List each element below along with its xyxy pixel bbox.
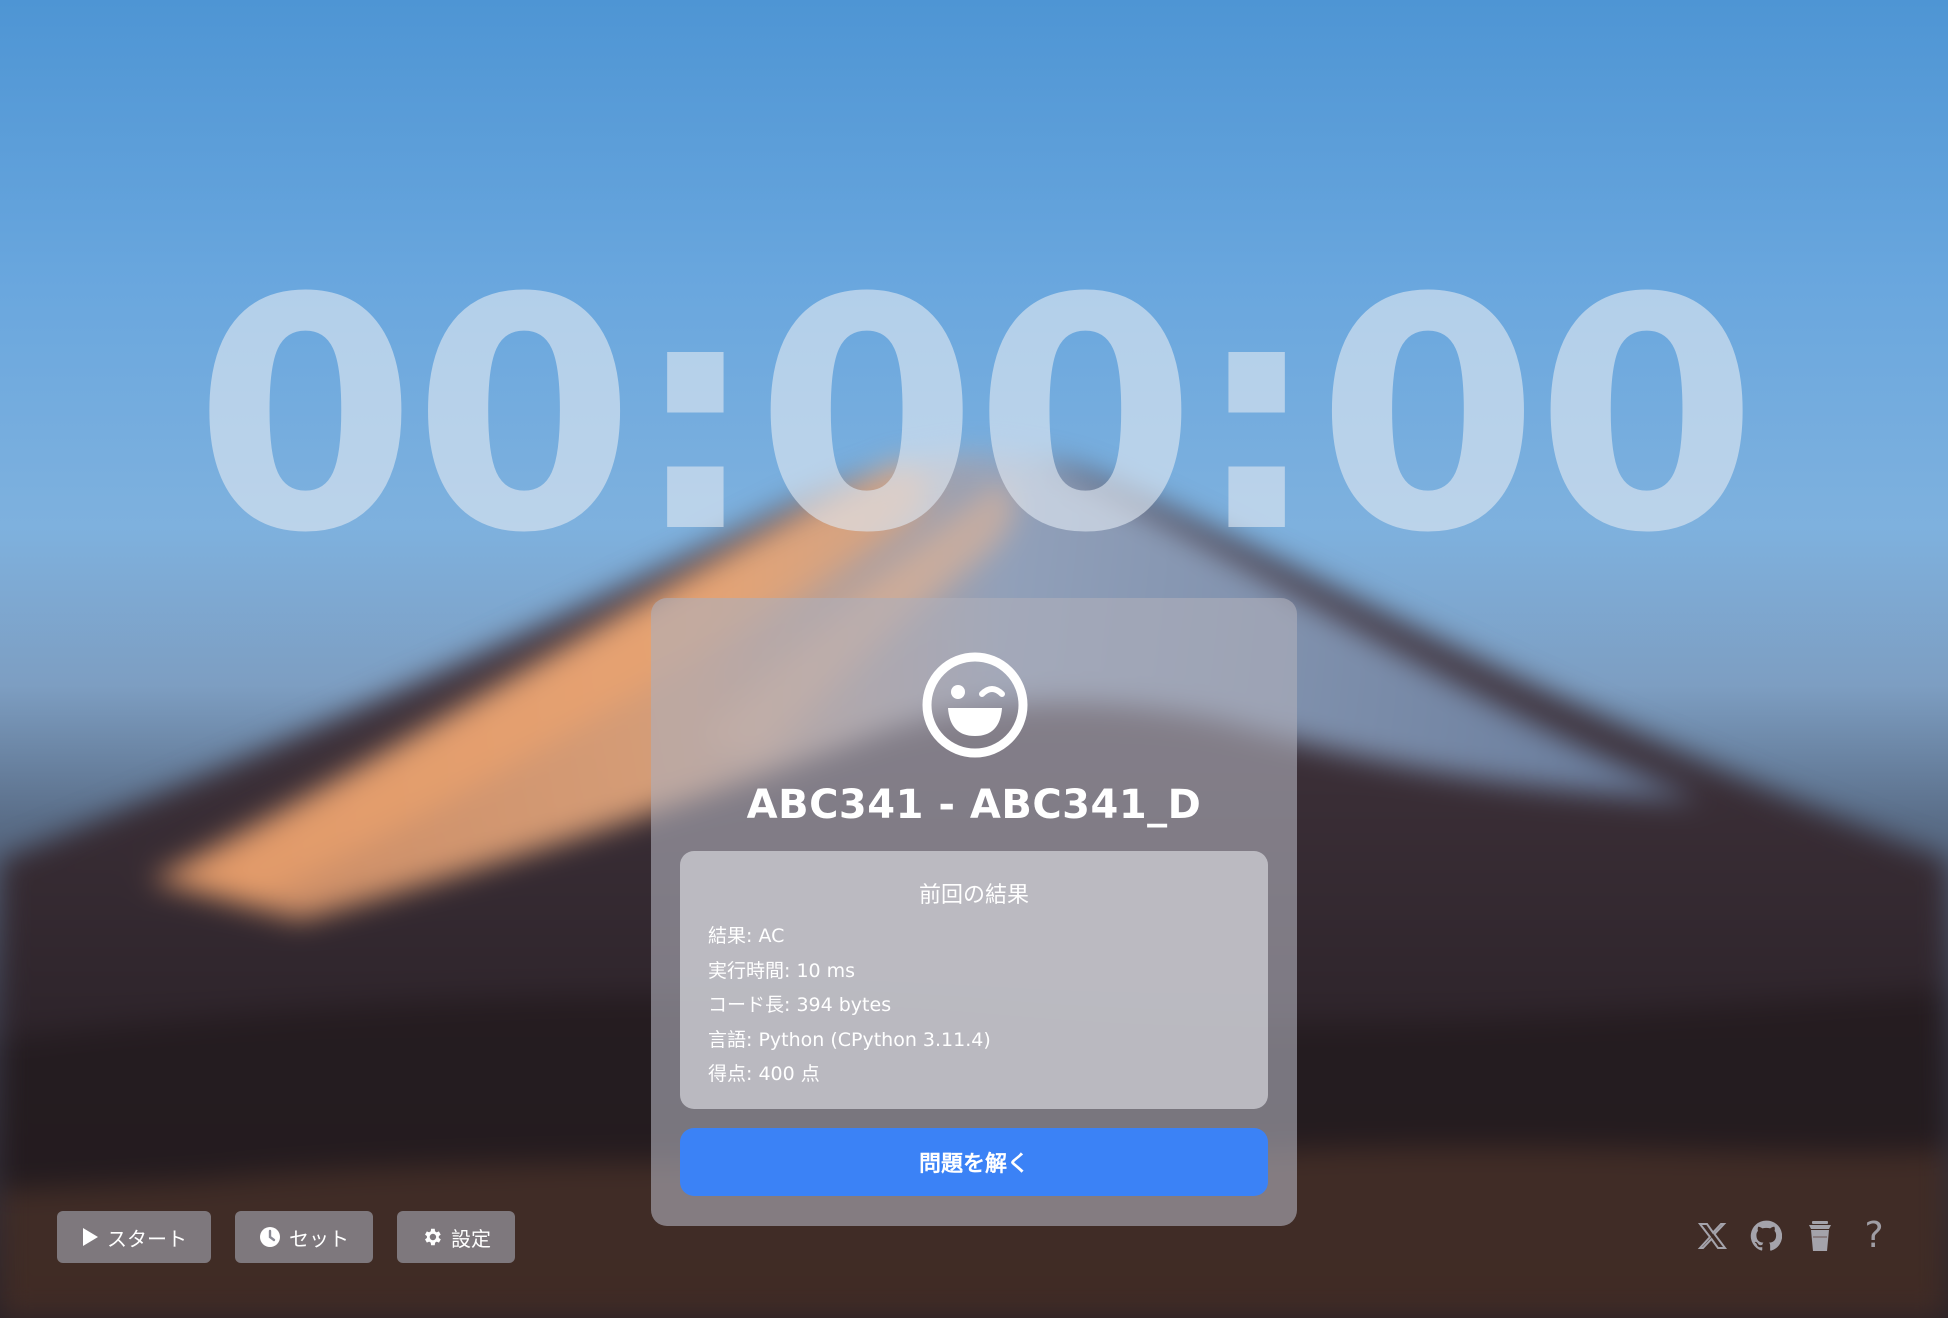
- github-icon: [1750, 1220, 1782, 1251]
- problem-card: ABC341 - ABC341_D 前回の結果 結果: AC 実行時間: 10 …: [651, 598, 1297, 1226]
- result-code-length: コード長: 394 bytes: [708, 994, 892, 1016]
- gear-icon: [425, 1228, 441, 1246]
- clock-icon: [260, 1227, 280, 1247]
- x-link[interactable]: [1696, 1214, 1728, 1258]
- coffee-link[interactable]: [1804, 1214, 1836, 1258]
- set-button[interactable]: セット: [235, 1211, 373, 1263]
- coffee-cup-icon: [1809, 1221, 1831, 1251]
- problem-title: ABC341 - ABC341_D: [746, 782, 1202, 828]
- timer-controls: スタート セット 設定: [57, 1211, 515, 1263]
- settings-button-label: 設定: [451, 1226, 491, 1251]
- github-link[interactable]: [1750, 1214, 1782, 1258]
- previous-result-panel: 前回の結果 結果: AC 実行時間: 10 ms コード長: 394 bytes…: [680, 851, 1268, 1109]
- result-score: 得点: 400 点: [708, 1063, 820, 1085]
- previous-result-heading: 前回の結果: [918, 883, 1029, 908]
- set-button-label: セット: [289, 1226, 349, 1251]
- x-icon: [1697, 1223, 1727, 1249]
- solve-problem-button[interactable]: 問題を解く: [680, 1128, 1268, 1196]
- play-icon: [83, 1228, 98, 1246]
- footer-links: ?: [1696, 1214, 1890, 1258]
- settings-button[interactable]: 設定: [397, 1211, 515, 1263]
- result-language: 言語: Python (CPython 3.11.4): [708, 1028, 991, 1051]
- timer-display: 00:00:00: [194, 231, 1758, 603]
- result-exec-time: 実行時間: 10 ms: [708, 959, 856, 982]
- help-link[interactable]: ?: [1858, 1214, 1890, 1258]
- start-button-label: スタート: [107, 1226, 187, 1251]
- result-verdict: 結果: AC: [708, 925, 785, 947]
- help-icon: ?: [1864, 1215, 1884, 1256]
- timer-app: 00:00:00 ABC341 - ABC341_D 前回の結果 結果: AC …: [0, 0, 1948, 1318]
- start-button[interactable]: スタート: [57, 1211, 211, 1263]
- wink-face-icon: [922, 652, 1028, 758]
